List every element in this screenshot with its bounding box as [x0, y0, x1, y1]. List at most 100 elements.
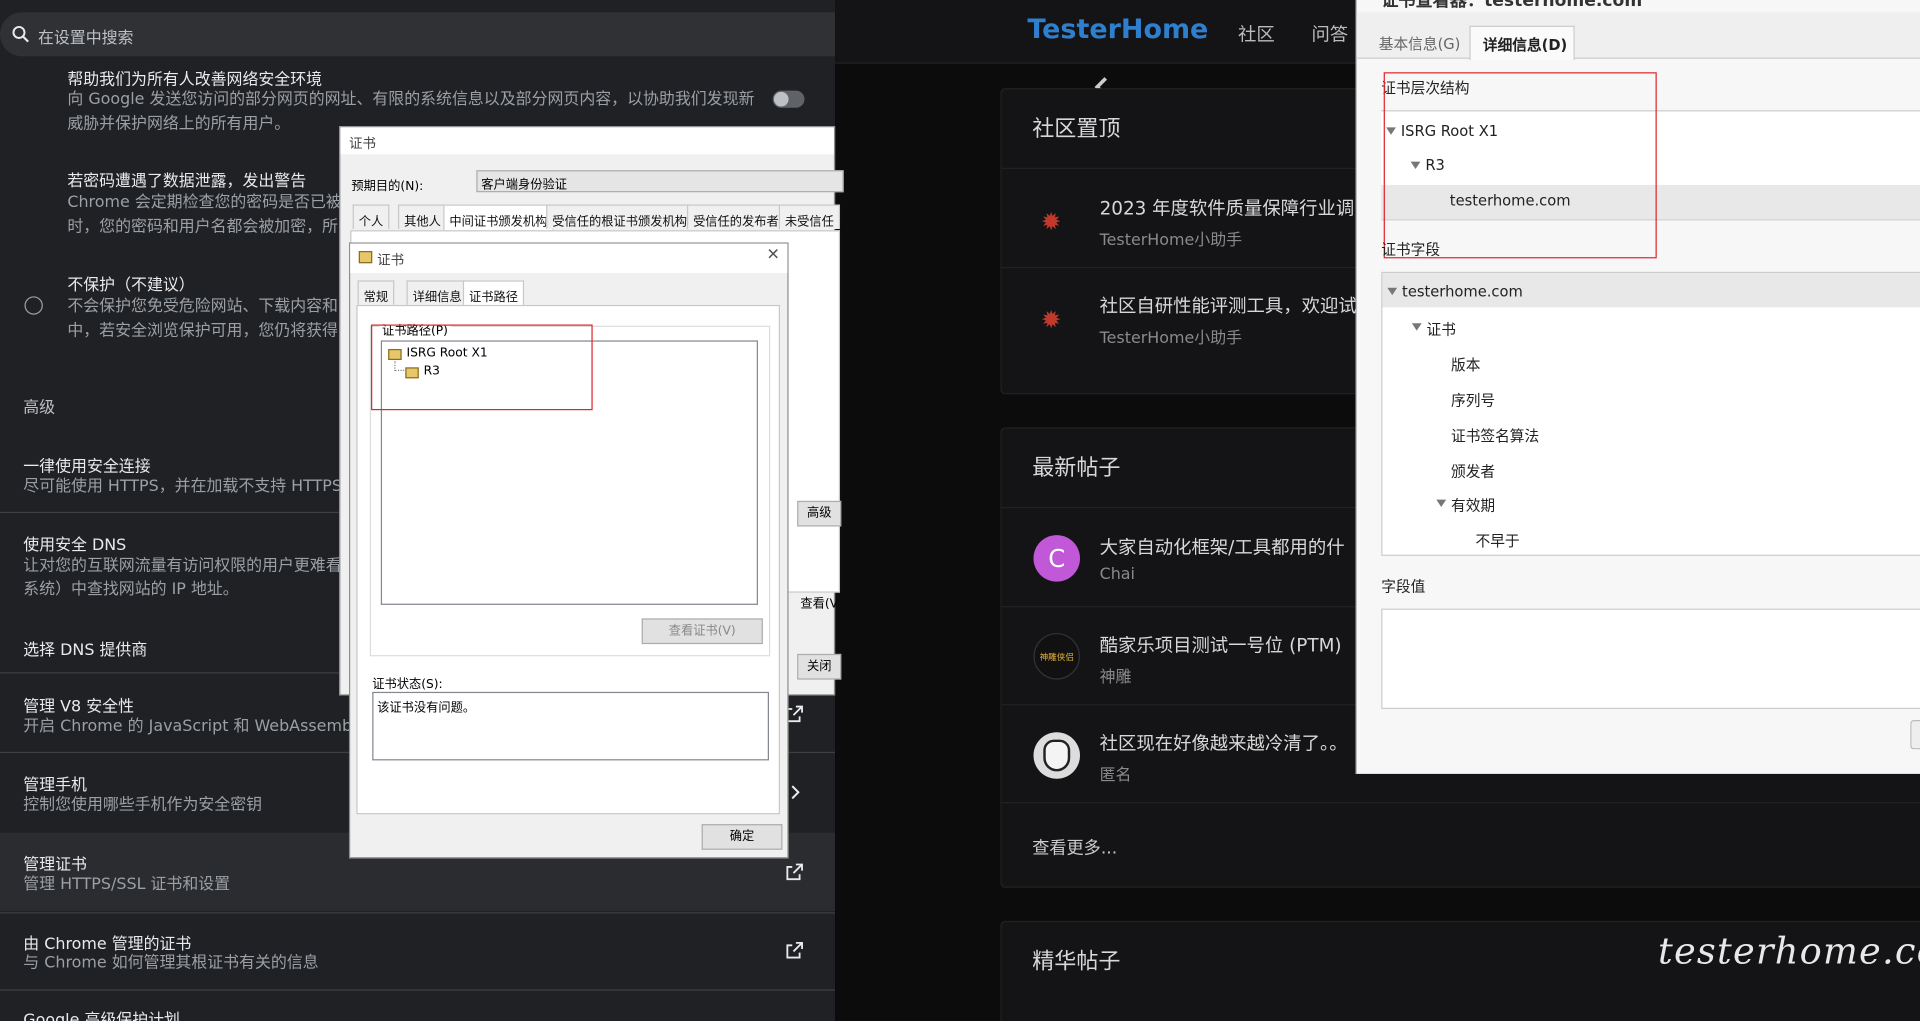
- viewer-title: 证书查看器：testerhome.com: [1381, 0, 1643, 12]
- tab-details[interactable]: 详细信息: [406, 280, 468, 305]
- dialog-title: 证书: [340, 127, 834, 155]
- nav-qa[interactable]: 问答: [1311, 21, 1348, 47]
- screen: 在设置中搜索 帮助我们为所有人改善网络安全环境 向 Google 发送您访问的部…: [0, 0, 1920, 1021]
- no-protection-radio[interactable]: [24, 296, 43, 315]
- store-tabs: 个人 其他人 中间证书颁发机构 受信任的根证书颁发机构 受信任的发布者 未受信任…: [350, 204, 841, 247]
- search-placeholder: 在设置中搜索: [37, 29, 134, 48]
- tab-general[interactable]: 常规: [357, 280, 395, 305]
- field-sig-alg[interactable]: 证书签名算法: [1451, 425, 1539, 446]
- dialog-titlebar: 证书 ✕: [350, 243, 788, 274]
- latest-post-author[interactable]: Chai: [1100, 566, 1135, 584]
- chrome-managed-certs-title: 由 Chrome 管理的证书: [23, 935, 192, 954]
- manage-certificates-title: 管理证书: [23, 855, 87, 875]
- field-value-label: 字段值: [1381, 577, 1426, 596]
- external-link-icon[interactable]: [785, 940, 805, 960]
- bug-icon: ✹: [1040, 304, 1062, 335]
- tab-basic[interactable]: 基本信息(G): [1379, 33, 1461, 54]
- nav-community[interactable]: 社区: [1238, 21, 1275, 47]
- expand-icon[interactable]: [1411, 323, 1422, 331]
- pinned-post-author[interactable]: TesterHome小助手: [1100, 324, 1242, 347]
- tab-others[interactable]: 其他人: [397, 204, 447, 229]
- dialog-title: 证书: [377, 252, 405, 269]
- pinned-post-title[interactable]: 2023 年度软件质量保障行业调: [1100, 195, 1355, 221]
- featured-title: 精华帖子: [1032, 948, 1121, 975]
- site-logo[interactable]: TesterHome: [1027, 15, 1208, 46]
- avatar[interactable]: 神雕侠侣: [1033, 633, 1081, 680]
- cert-viewer: 证书查看器：testerhome.com 基本信息(G) 详细信息(D) 证书层…: [1355, 0, 1920, 774]
- field-value-box[interactable]: [1381, 608, 1920, 709]
- ok-button[interactable]: 确定: [701, 824, 783, 850]
- field-issuer[interactable]: 颁发者: [1451, 460, 1495, 481]
- pinned-post-author[interactable]: TesterHome小助手: [1100, 227, 1242, 249]
- help-improve-title: 帮助我们为所有人改善网络安全环境: [67, 71, 323, 90]
- settings-search-input[interactable]: 在设置中搜索: [0, 12, 836, 57]
- latest-post-author[interactable]: 神雕: [1100, 664, 1132, 687]
- viewer-tabbar: 基本信息(G) 详细信息(D): [1356, 12, 1920, 61]
- purpose-select[interactable]: 客户端身份验证: [476, 170, 844, 193]
- field-version[interactable]: 版本: [1451, 354, 1480, 375]
- tab-trusted-root[interactable]: 受信任的根证书颁发机构: [546, 204, 694, 229]
- field-serial[interactable]: 序列号: [1451, 389, 1495, 410]
- chrome-managed-certs-row[interactable]: 由 Chrome 管理的证书 与 Chrome 如何管理其根证书有关的信息: [0, 918, 835, 987]
- manage-phones-title: 管理手机: [23, 776, 87, 795]
- divider: [1001, 802, 1920, 804]
- close-icon[interactable]: ✕: [767, 246, 780, 264]
- latest-post-title[interactable]: 社区现在好像越来越冷清了。。: [1100, 730, 1348, 756]
- help-improve-desc-2: 威胁并保护网络上的所有用户。: [67, 115, 291, 134]
- certificate-icon: [358, 251, 373, 264]
- no-protection-title: 不保护（不建议）: [67, 276, 195, 296]
- tab-untrusted[interactable]: 未受信任的发: [778, 204, 841, 247]
- divider: [0, 989, 836, 991]
- expand-icon[interactable]: [1436, 499, 1447, 507]
- tab-personal[interactable]: 个人: [352, 204, 390, 229]
- latest-post-title[interactable]: 大家自动化框架/工具都用的什: [1100, 534, 1345, 560]
- tab-trusted-publishers[interactable]: 受信任的发布者: [686, 204, 785, 229]
- field-root[interactable]: testerhome.com: [1402, 283, 1523, 300]
- no-protection-desc-2: 中，若安全浏览保护可用，您仍将获得: [67, 322, 338, 341]
- advanced-button[interactable]: 高级: [797, 500, 842, 527]
- help-improve-toggle[interactable]: [772, 90, 805, 108]
- always-https-desc: 尽可能使用 HTTPS，并在加载不支持 HTTPS 的: [23, 477, 363, 496]
- chrome-managed-certs-desc: 与 Chrome 如何管理其根证书有关的信息: [23, 953, 319, 973]
- advanced-protection-title[interactable]: Google 高级保护计划: [23, 1007, 180, 1021]
- external-link-icon[interactable]: [785, 862, 805, 882]
- tab-cert-path[interactable]: 证书路径: [462, 280, 525, 307]
- highlight-box: [1383, 72, 1657, 259]
- view-button[interactable]: 查看(V: [797, 593, 841, 619]
- expand-icon[interactable]: [1387, 287, 1398, 296]
- watermark: testerhome.com: [1657, 930, 1920, 974]
- view-cert-button[interactable]: 查看证书(V): [641, 618, 763, 645]
- tab-details[interactable]: 详细信息(D): [1469, 25, 1575, 61]
- password-warning-desc-1: Chrome 会定期检查您的密码是否已被: [67, 193, 342, 212]
- view-more-link[interactable]: 查看更多...: [1032, 835, 1117, 859]
- divider: [0, 912, 836, 914]
- always-https-title: 一律使用安全连接: [23, 457, 151, 477]
- fields-label: 证书字段: [1381, 241, 1441, 259]
- purpose-label: 预期目的(N):: [351, 180, 424, 194]
- status-label: 证书状态(S):: [372, 678, 443, 692]
- dns-provider-label[interactable]: 选择 DNS 提供商: [23, 637, 147, 660]
- close-button[interactable]: 关闭: [797, 653, 842, 680]
- field-cert[interactable]: 证书: [1427, 318, 1456, 339]
- avatar[interactable]: C: [1033, 535, 1081, 582]
- field-not-before[interactable]: 不早于: [1476, 530, 1520, 551]
- secure-dns-desc-1: 让对您的互联网流量有访问权限的用户更难看: [23, 557, 342, 576]
- status-textbox[interactable]: 该证书没有问题。: [372, 691, 769, 761]
- manage-v8-title: 管理 V8 安全性: [23, 697, 135, 717]
- fields-tree[interactable]: testerhome.com 证书 版本 序列号 证书签名算法 颁发者 有效期 …: [1381, 271, 1920, 556]
- latest-post-author[interactable]: 匿名: [1100, 762, 1132, 785]
- avatar[interactable]: [1033, 732, 1081, 779]
- password-warning-title: 若密码遭遇了数据泄露，发出警告: [67, 172, 307, 192]
- secure-dns-title: 使用安全 DNS: [23, 536, 127, 555]
- dialog-tabs: 常规 详细信息 证书路径: [357, 280, 774, 307]
- field-validity[interactable]: 有效期: [1451, 495, 1495, 516]
- pinned-post-title[interactable]: 社区自研性能评测工具，欢迎试: [1100, 293, 1357, 319]
- viewer-button[interactable]: [1910, 720, 1920, 750]
- search-icon: [12, 25, 29, 43]
- manage-phones-desc: 控制您使用哪些手机作为安全密钥: [23, 795, 263, 815]
- chevron-right-icon: [791, 785, 800, 800]
- latest-post-title[interactable]: 酷家乐项目测试一号位 (PTM): [1100, 632, 1342, 658]
- tab-intermediate[interactable]: 中间证书颁发机构: [443, 204, 554, 231]
- advanced-heading: 高级: [23, 399, 56, 418]
- latest-title: 最新帖子: [1032, 455, 1121, 482]
